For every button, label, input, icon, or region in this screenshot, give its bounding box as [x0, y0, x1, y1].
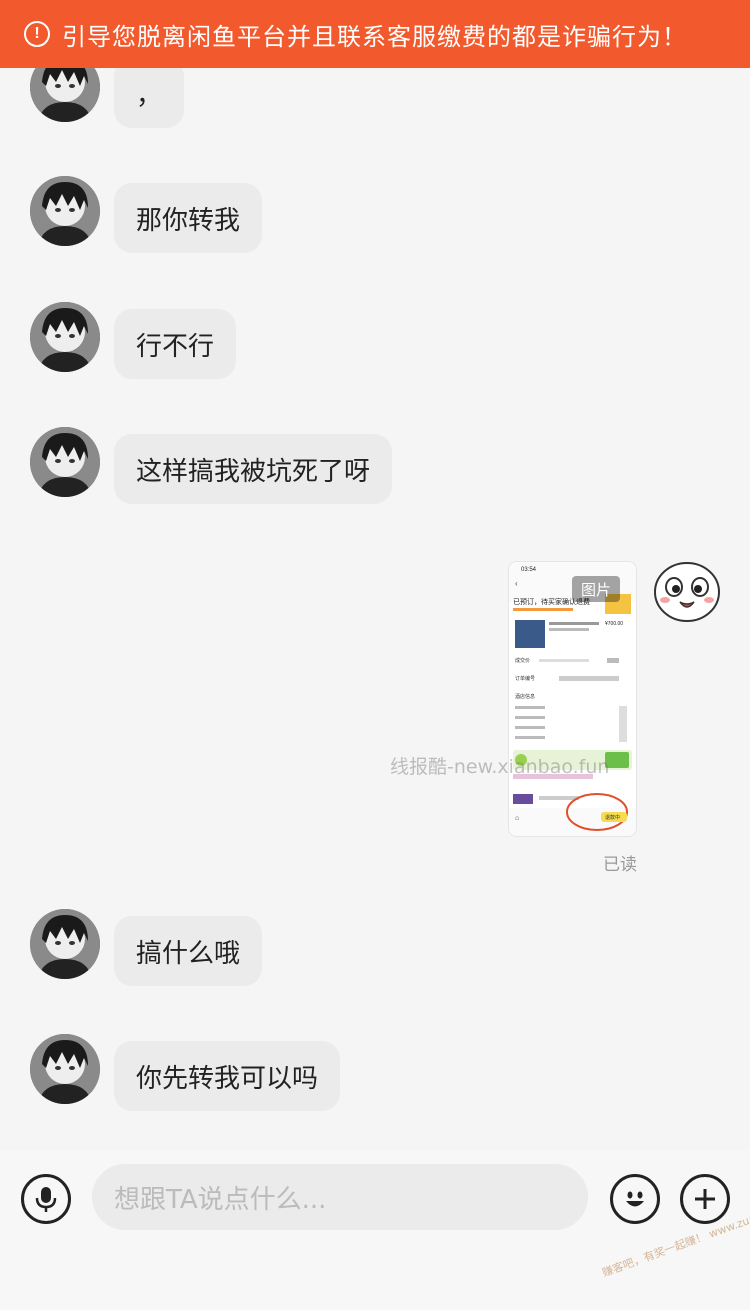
image-amount-label: 成交价	[515, 657, 530, 664]
plus-icon[interactable]	[680, 1174, 730, 1224]
image-hotel-label: 酒店信息	[515, 693, 535, 700]
avatar[interactable]	[30, 427, 100, 497]
warning-text: 引导您脱离闲鱼平台并且联系客服缴费的都是诈骗行为！	[62, 22, 687, 51]
message-bubble[interactable]: 你先转我可以吗	[114, 1041, 341, 1111]
message-bubble[interactable]: 那你转我	[114, 183, 263, 253]
avatar[interactable]	[30, 909, 100, 979]
message-input[interactable]: 想跟TA说点什么...	[92, 1164, 588, 1230]
avatar[interactable]	[30, 1034, 100, 1104]
image-status-time: 03:54	[521, 567, 537, 573]
svg-text:‹: ‹	[515, 579, 518, 588]
exclamation-circle-icon: !	[24, 21, 50, 47]
message-bubble[interactable]: 行不行	[114, 309, 237, 379]
fraud-warning-banner: ! 引导您脱离闲鱼平台并且联系客服缴费的都是诈骗行为！	[0, 0, 750, 68]
emoji-icon[interactable]	[610, 1174, 660, 1224]
image-tag: 图片	[572, 576, 620, 602]
svg-text:⌂: ⌂	[515, 815, 519, 822]
avatar[interactable]	[30, 302, 100, 372]
read-status: 已读	[603, 855, 637, 875]
microphone-icon[interactable]	[21, 1174, 71, 1224]
message-bubble[interactable]: 这样搞我被坑死了呀	[114, 434, 393, 504]
image-order-label: 订单编号	[515, 675, 535, 682]
image-highlight: 退款中	[605, 814, 620, 821]
message-bubble[interactable]: 搞什么哦	[114, 916, 263, 986]
avatar[interactable]	[30, 176, 100, 246]
image-message[interactable]: 03:54 ‹ 已预订，待买家确认退费 ¥700.00 成交价 订单编号 酒店信…	[509, 562, 636, 836]
image-price: ¥700.00	[605, 621, 623, 627]
message-bubble[interactable]: ，	[114, 58, 185, 128]
watermark: 线报酷-new.xianbao.fun	[390, 756, 610, 778]
self-avatar[interactable]	[652, 558, 722, 628]
